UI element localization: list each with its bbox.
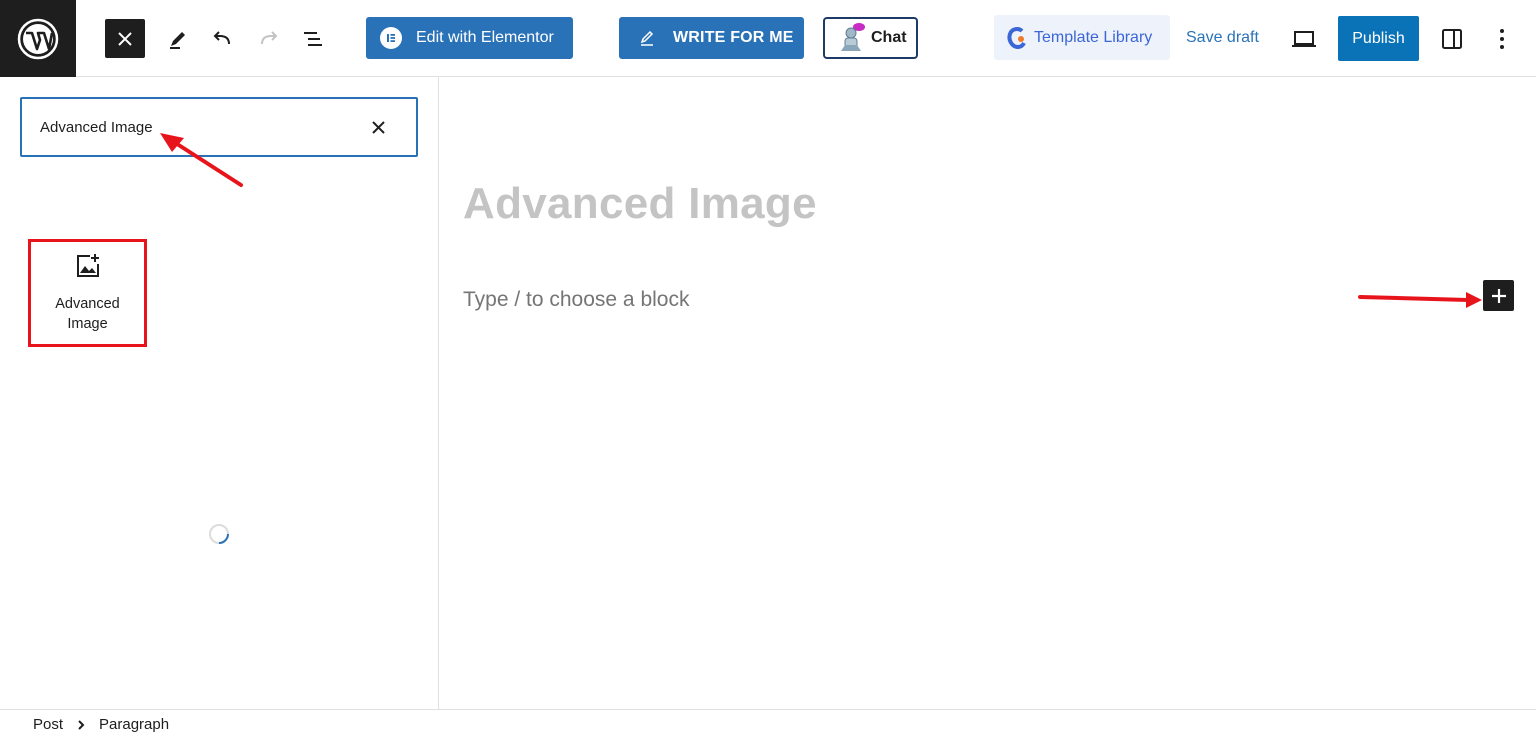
- edit-pen-icon: [640, 30, 654, 46]
- preview-button[interactable]: [1286, 21, 1322, 57]
- redo-button[interactable]: [250, 21, 286, 57]
- breadcrumb-item-post[interactable]: Post: [33, 716, 63, 733]
- edit-with-elementor-button[interactable]: Edit with Elementor: [366, 17, 573, 59]
- loading-spinner-icon: [209, 524, 229, 544]
- write-for-me-label: WRITE FOR ME: [673, 29, 794, 46]
- block-result-label: Advanced Image: [55, 296, 120, 332]
- more-options-button[interactable]: [1484, 21, 1520, 57]
- list-view-icon: [304, 32, 322, 46]
- chat-robot-icon: [841, 23, 865, 51]
- plus-icon: [1491, 288, 1506, 303]
- template-library-button[interactable]: Template Library: [994, 15, 1170, 60]
- block-search-value: Advanced Image: [40, 118, 153, 136]
- clear-search-button[interactable]: [368, 117, 388, 137]
- pencil-icon: [170, 32, 185, 49]
- breadcrumb-item-paragraph[interactable]: Paragraph: [99, 716, 169, 733]
- edit-with-elementor-label: Edit with Elementor: [416, 29, 554, 46]
- block-inserter-panel: Advanced Image Advanced Image: [0, 77, 439, 709]
- template-library-logo-icon: [1007, 26, 1026, 49]
- image-add-icon: [74, 252, 102, 280]
- editor-canvas: Advanced Image Type / to choose a block: [440, 77, 1536, 709]
- sidebar-toggle-icon: [1442, 29, 1462, 49]
- close-icon: [118, 31, 132, 46]
- undo-button[interactable]: [205, 21, 241, 57]
- tools-pencil-button[interactable]: [160, 21, 196, 57]
- chevron-right-icon: [77, 719, 85, 731]
- wordpress-logo-icon[interactable]: [0, 0, 76, 77]
- more-options-icon: [1500, 29, 1504, 49]
- block-breadcrumb: Post Paragraph: [0, 709, 1536, 739]
- block-search-input[interactable]: Advanced Image: [20, 97, 418, 157]
- list-view-button[interactable]: [295, 21, 331, 57]
- redo-icon: [261, 31, 278, 45]
- post-title[interactable]: Advanced Image: [463, 179, 817, 229]
- paragraph-block-placeholder[interactable]: Type / to choose a block: [463, 288, 689, 312]
- undo-icon: [213, 31, 230, 45]
- chat-label: Chat: [871, 29, 907, 46]
- write-for-me-button[interactable]: WRITE FOR ME: [619, 17, 804, 59]
- add-block-button[interactable]: [1483, 280, 1514, 311]
- chat-button[interactable]: Chat: [823, 17, 918, 59]
- close-inserter-button[interactable]: [105, 19, 145, 58]
- publish-button[interactable]: Publish: [1338, 16, 1419, 61]
- block-result-advanced-image[interactable]: Advanced Image: [28, 239, 147, 347]
- save-draft-button[interactable]: Save draft: [1186, 29, 1259, 47]
- close-icon: [371, 120, 385, 134]
- editor-toolbar: Edit with Elementor WRITE FOR ME Chat Te…: [0, 0, 1536, 77]
- settings-sidebar-button[interactable]: [1434, 21, 1470, 57]
- template-library-label: Template Library: [1034, 28, 1153, 46]
- preview-laptop-icon: [1292, 31, 1316, 47]
- elementor-icon: [380, 27, 402, 49]
